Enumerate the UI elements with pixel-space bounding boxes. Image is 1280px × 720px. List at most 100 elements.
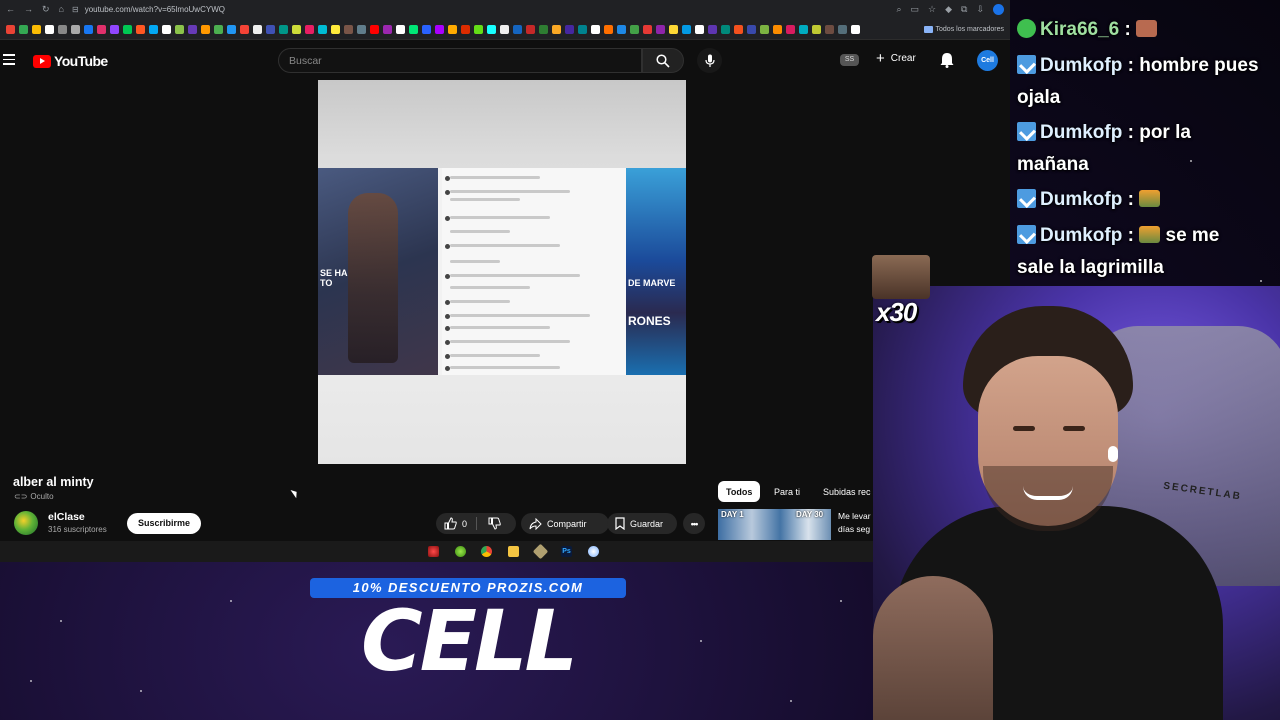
- bookmark-icon[interactable]: [331, 24, 340, 34]
- recommendation-title[interactable]: Me levar días seg: [838, 510, 878, 536]
- youtube-logo[interactable]: YouTube: [33, 53, 108, 69]
- share-button[interactable]: Compartir: [521, 513, 609, 534]
- bookmark-icon[interactable]: [32, 24, 41, 34]
- bookmark-icon[interactable]: [305, 24, 314, 34]
- account-avatar[interactable]: Cell: [977, 50, 998, 71]
- bookmark-icon[interactable]: [565, 24, 574, 34]
- bookmark-icon[interactable]: [617, 24, 626, 34]
- bookmark-icon[interactable]: [799, 24, 808, 34]
- bookmark-icon[interactable]: [6, 24, 15, 34]
- bookmark-icon[interactable]: [643, 24, 652, 34]
- bookmark-icon[interactable]: [279, 24, 288, 34]
- bookmark-icon[interactable]: [344, 24, 353, 34]
- bookmark-icon[interactable]: [695, 24, 704, 34]
- bookmark-icon[interactable]: [812, 24, 821, 34]
- app-icon[interactable]: [455, 546, 466, 557]
- chip-for-you[interactable]: Para ti: [766, 481, 808, 502]
- bookmark-icon[interactable]: [591, 24, 600, 34]
- channel-avatar[interactable]: [14, 511, 38, 535]
- bookmark-icon[interactable]: [708, 24, 717, 34]
- bookmark-icon[interactable]: [474, 24, 483, 34]
- bookmark-icon[interactable]: [396, 24, 405, 34]
- ss-badge[interactable]: SS: [840, 54, 859, 66]
- channel-name[interactable]: elClase: [48, 511, 85, 523]
- chrome-icon[interactable]: [481, 546, 492, 557]
- chip-all[interactable]: Todos: [718, 481, 761, 502]
- bookmark-icon[interactable]: [435, 24, 444, 34]
- zoom-icon[interactable]: ⌕: [896, 4, 901, 15]
- downloads-icon[interactable]: ⇩: [976, 4, 984, 15]
- bookmark-icon[interactable]: [19, 24, 28, 34]
- voice-search-button[interactable]: [697, 48, 722, 73]
- bookmark-icon[interactable]: [669, 24, 678, 34]
- bookmark-icon[interactable]: [214, 24, 223, 34]
- bookmark-icon[interactable]: [201, 24, 210, 34]
- search-button[interactable]: [642, 48, 684, 73]
- bookmark-icon[interactable]: [357, 24, 366, 34]
- site-info-icon[interactable]: ⊟: [72, 5, 79, 14]
- chip-recent-uploads[interactable]: Subidas rec: [815, 481, 875, 502]
- bookmark-icon[interactable]: [123, 24, 132, 34]
- bookmark-icon[interactable]: [721, 24, 730, 34]
- more-actions-button[interactable]: •••: [683, 513, 705, 534]
- thumbs-up-icon[interactable]: [444, 517, 457, 530]
- save-button[interactable]: Guardar: [607, 513, 677, 534]
- extensions-puzzle-icon[interactable]: ⧉: [961, 4, 967, 15]
- bookmark-icon[interactable]: [851, 24, 860, 34]
- bookmark-icon[interactable]: [370, 24, 379, 34]
- bookmark-icon[interactable]: [552, 24, 561, 34]
- subscribe-button[interactable]: Suscribirme: [127, 513, 201, 534]
- create-button[interactable]: + Crear: [876, 51, 916, 66]
- bookmark-icon[interactable]: [604, 24, 613, 34]
- bookmark-icon[interactable]: [71, 24, 80, 34]
- bookmark-icon[interactable]: [448, 24, 457, 34]
- bookmark-icon[interactable]: [487, 24, 496, 34]
- bookmark-icon[interactable]: [188, 24, 197, 34]
- like-count[interactable]: 0: [462, 519, 467, 529]
- bookmark-icon[interactable]: [734, 24, 743, 34]
- bookmark-icon[interactable]: [760, 24, 769, 34]
- bookmark-icon[interactable]: [825, 24, 834, 34]
- bookmark-icon[interactable]: [656, 24, 665, 34]
- bookmark-icon[interactable]: [383, 24, 392, 34]
- all-bookmarks-folder[interactable]: Todos los marcadores: [923, 25, 1004, 33]
- bookmark-icon[interactable]: [682, 24, 691, 34]
- bookmark-icon[interactable]: [175, 24, 184, 34]
- bookmark-icon[interactable]: [526, 24, 535, 34]
- back-icon[interactable]: ←: [6, 4, 15, 15]
- bookmark-icon[interactable]: [45, 24, 54, 34]
- home-icon[interactable]: ⌂: [59, 4, 64, 15]
- bookmark-icon[interactable]: [240, 24, 249, 34]
- bookmark-icon[interactable]: [97, 24, 106, 34]
- bookmark-icon[interactable]: [84, 24, 93, 34]
- bookmark-icon[interactable]: [747, 24, 756, 34]
- bookmark-icon[interactable]: [253, 24, 262, 34]
- bookmark-icon[interactable]: [227, 24, 236, 34]
- reload-icon[interactable]: ↻: [42, 4, 50, 15]
- bookmark-icon[interactable]: [500, 24, 509, 34]
- folder-icon[interactable]: [508, 546, 519, 557]
- bookmark-icon[interactable]: [422, 24, 431, 34]
- photoshop-icon[interactable]: Ps: [561, 546, 572, 557]
- video-player[interactable]: se ha to DE MARVE RONE: [318, 80, 686, 464]
- profile-icon[interactable]: [993, 4, 1004, 15]
- bookmark-icon[interactable]: [266, 24, 275, 34]
- bookmark-icon[interactable]: [578, 24, 587, 34]
- bookmark-star-icon[interactable]: ☆: [928, 4, 936, 15]
- bookmark-icon[interactable]: [149, 24, 158, 34]
- bookmark-icon[interactable]: [292, 24, 301, 34]
- bookmark-icon[interactable]: [786, 24, 795, 34]
- extension-icon[interactable]: ◆: [945, 4, 952, 15]
- bookmark-icon[interactable]: [513, 24, 522, 34]
- url-field[interactable]: ⊟ youtube.com/watch?v=65lmoUwCYWQ: [72, 5, 888, 14]
- app-icon[interactable]: [428, 546, 439, 557]
- bookmark-icon[interactable]: [461, 24, 470, 34]
- bookmark-icon[interactable]: [630, 24, 639, 34]
- cast-icon[interactable]: ▭: [911, 4, 920, 15]
- bookmark-icon[interactable]: [110, 24, 119, 34]
- bookmark-icon[interactable]: [409, 24, 418, 34]
- bookmark-icon[interactable]: [539, 24, 548, 34]
- app-icon[interactable]: [588, 546, 599, 557]
- bookmark-icon[interactable]: [838, 24, 847, 34]
- thumbs-down-icon[interactable]: [488, 517, 501, 530]
